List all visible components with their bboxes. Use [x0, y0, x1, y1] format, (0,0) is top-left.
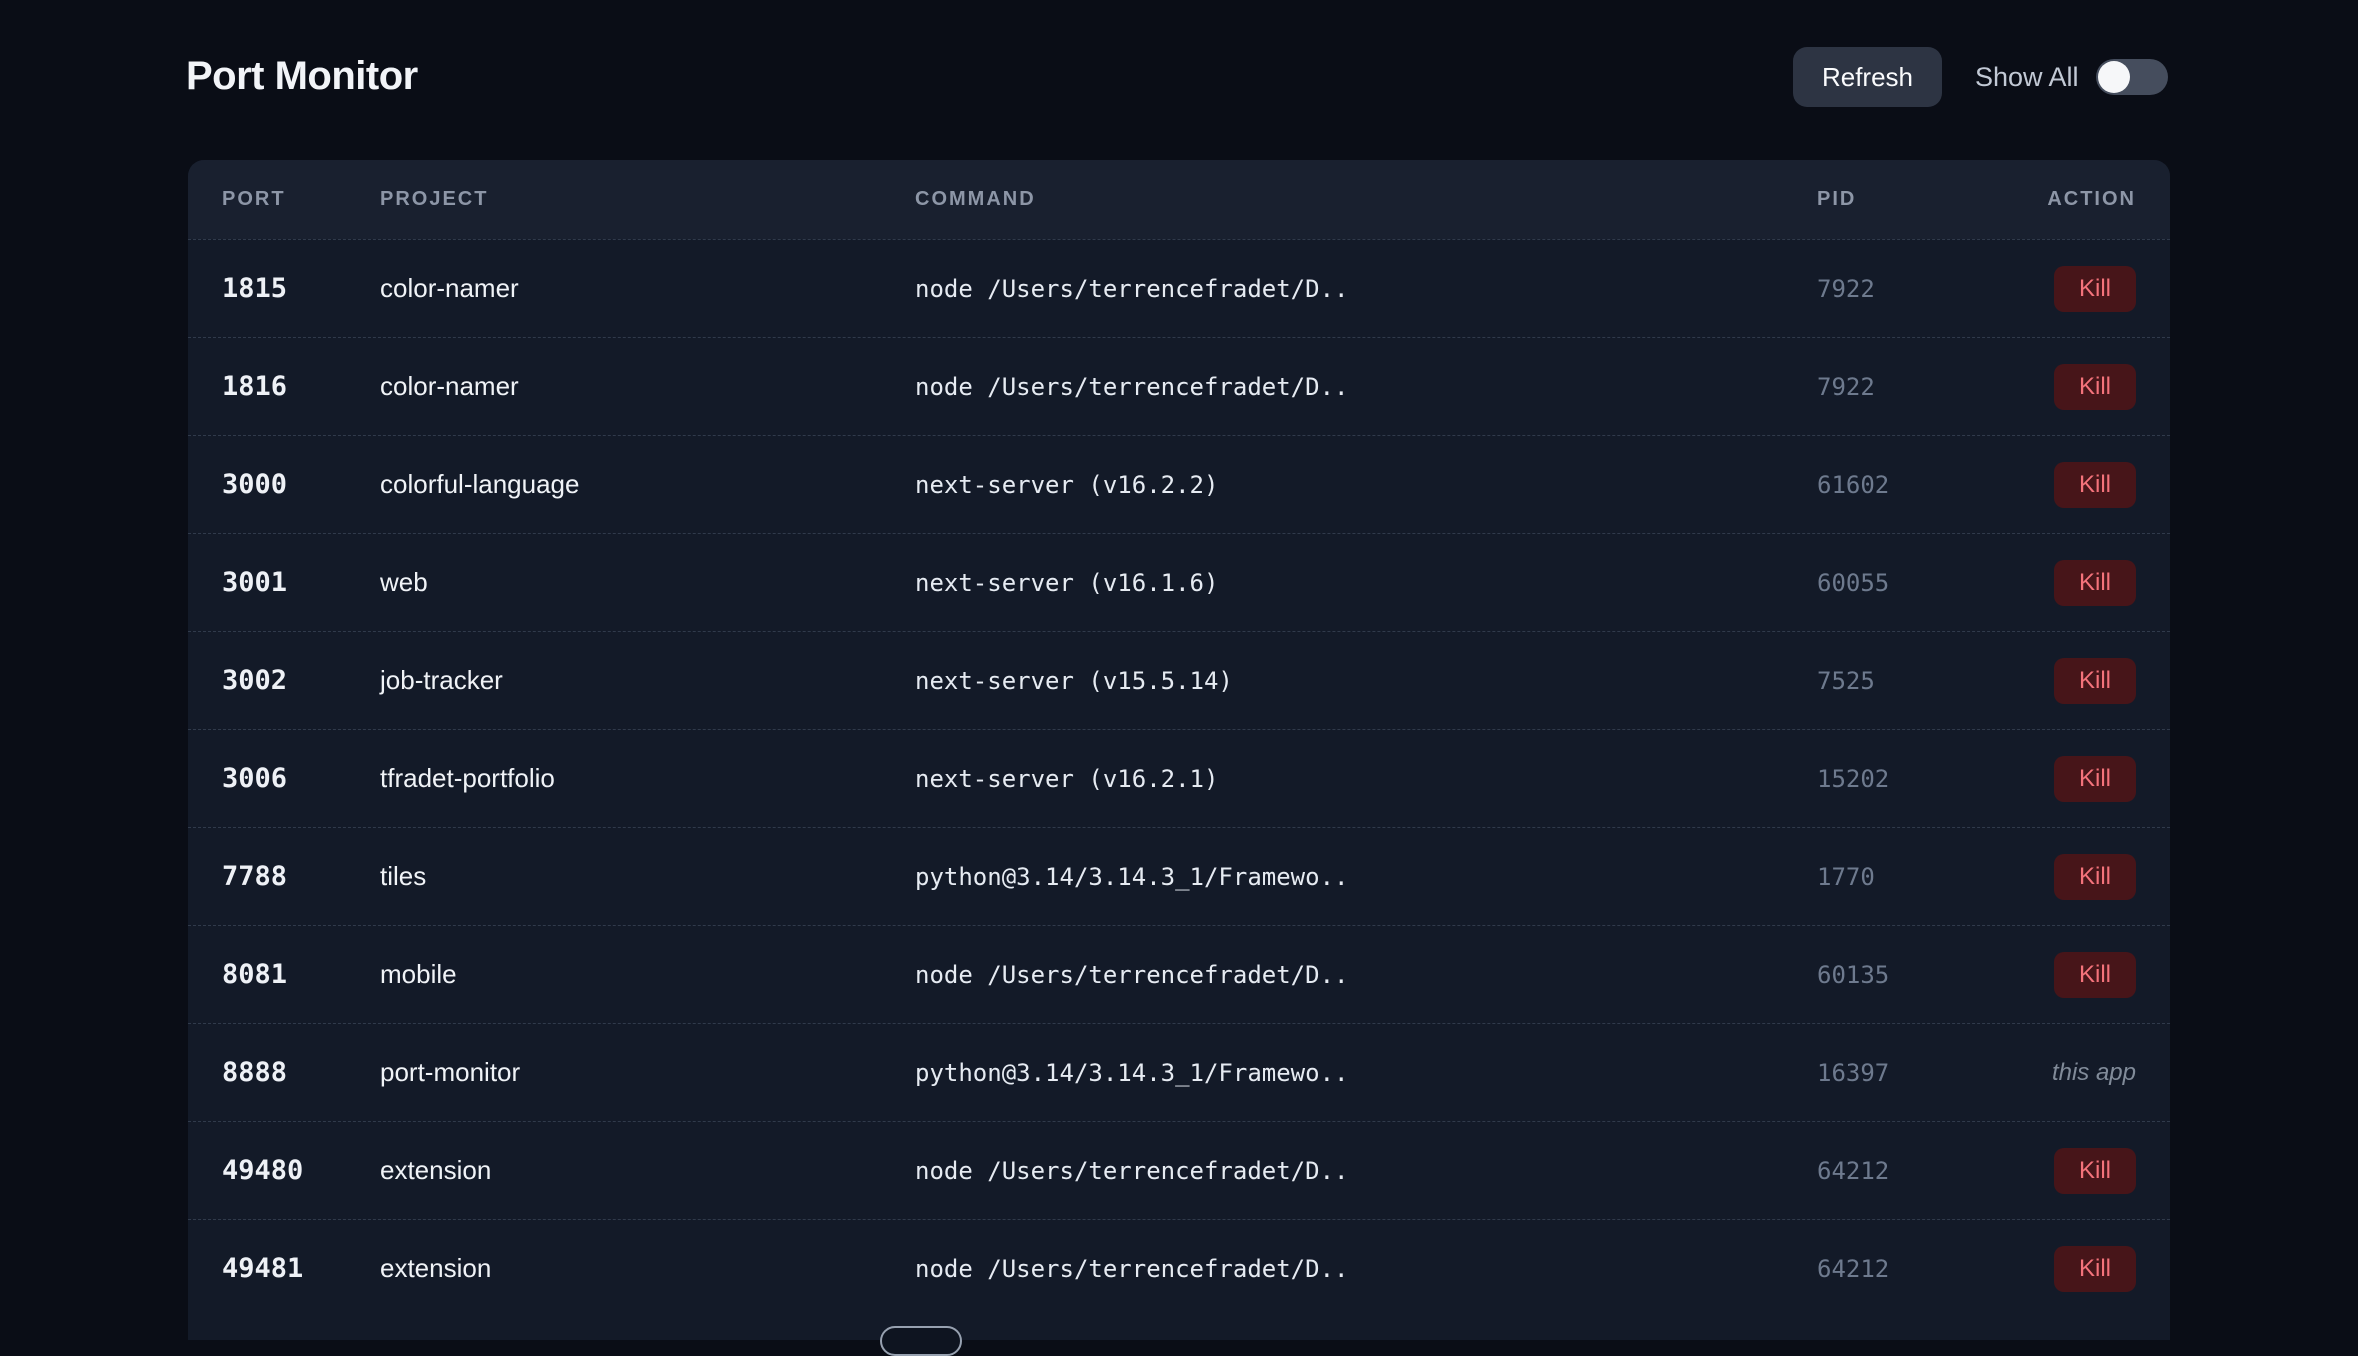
table-row: 7788 tiles python@3.14/3.14.3_1/Framewo.…	[188, 827, 2170, 925]
pid-cell: 7922	[1817, 373, 1983, 401]
kill-button[interactable]: Kill	[2054, 658, 2136, 704]
column-header-pid: PID	[1817, 188, 1983, 211]
table-row: 3006 tfradet-portfolio next-server (v16.…	[188, 729, 2170, 827]
command-cell: node /Users/terrencefradet/D..	[915, 275, 1817, 303]
action-cell: Kill	[1983, 952, 2136, 998]
table-row: 8888 port-monitor python@3.14/3.14.3_1/F…	[188, 1023, 2170, 1121]
project-cell: port-monitor	[380, 1057, 915, 1088]
project-cell: tfradet-portfolio	[380, 763, 915, 794]
table-row: 3001 web next-server (v16.1.6) 60055 Kil…	[188, 533, 2170, 631]
command-cell: node /Users/terrencefradet/D..	[915, 1255, 1817, 1283]
kill-button[interactable]: Kill	[2054, 266, 2136, 312]
port-cell: 8888	[222, 1057, 380, 1088]
action-cell: Kill	[1983, 658, 2136, 704]
pid-cell: 60055	[1817, 569, 1983, 597]
column-header-port: PORT	[222, 188, 380, 211]
action-cell: Kill	[1983, 1246, 2136, 1292]
table-row: 1815 color-namer node /Users/terrencefra…	[188, 239, 2170, 337]
kill-button[interactable]: Kill	[2054, 952, 2136, 998]
command-cell: node /Users/terrencefradet/D..	[915, 961, 1817, 989]
action-cell: Kill	[1983, 756, 2136, 802]
show-all-label: Show All	[1975, 62, 2079, 92]
command-cell: python@3.14/3.14.3_1/Framewo..	[915, 1059, 1817, 1087]
pid-cell: 7525	[1817, 667, 1983, 695]
port-cell: 3006	[222, 763, 380, 794]
project-cell: extension	[380, 1253, 915, 1284]
project-cell: tiles	[380, 861, 915, 892]
pid-cell: 15202	[1817, 765, 1983, 793]
port-cell: 7788	[222, 861, 380, 892]
project-cell: colorful-language	[380, 469, 915, 500]
action-cell: Kill	[1983, 854, 2136, 900]
port-cell: 3001	[222, 567, 380, 598]
project-cell: color-namer	[380, 273, 915, 304]
pid-cell: 7922	[1817, 275, 1983, 303]
action-cell: this app	[1983, 1059, 2136, 1087]
project-cell: extension	[380, 1155, 915, 1186]
action-cell: Kill	[1983, 266, 2136, 312]
column-header-command: COMMAND	[915, 188, 1817, 211]
pid-cell: 61602	[1817, 471, 1983, 499]
pid-cell: 64212	[1817, 1157, 1983, 1185]
port-cell: 49480	[222, 1155, 380, 1186]
pid-cell: 1770	[1817, 863, 1983, 891]
toggle-knob-icon	[2098, 61, 2130, 93]
table-header-row: PORT PROJECT COMMAND PID ACTION	[188, 160, 2170, 239]
kill-button[interactable]: Kill	[2054, 1246, 2136, 1292]
command-cell: node /Users/terrencefradet/D..	[915, 373, 1817, 401]
page-title: Port Monitor	[186, 46, 418, 106]
port-cell: 8081	[222, 959, 380, 990]
pid-cell: 64212	[1817, 1255, 1983, 1283]
port-cell: 49481	[222, 1253, 380, 1284]
kill-button[interactable]: Kill	[2054, 854, 2136, 900]
show-all-toggle[interactable]	[2096, 59, 2168, 95]
action-cell: Kill	[1983, 560, 2136, 606]
project-cell: web	[380, 567, 915, 598]
port-cell: 1815	[222, 273, 380, 304]
ports-table: PORT PROJECT COMMAND PID ACTION 1815 col…	[188, 160, 2170, 1340]
kill-button[interactable]: Kill	[2054, 364, 2136, 410]
bottom-pill-button[interactable]	[880, 1326, 962, 1356]
command-cell: next-server (v15.5.14)	[915, 667, 1817, 695]
kill-button[interactable]: Kill	[2054, 1148, 2136, 1194]
action-cell: Kill	[1983, 1148, 2136, 1194]
table-row: 1816 color-namer node /Users/terrencefra…	[188, 337, 2170, 435]
command-cell: next-server (v16.2.2)	[915, 471, 1817, 499]
kill-button[interactable]: Kill	[2054, 462, 2136, 508]
port-cell: 3002	[222, 665, 380, 696]
kill-button[interactable]: Kill	[2054, 560, 2136, 606]
table-row: 3000 colorful-language next-server (v16.…	[188, 435, 2170, 533]
column-header-project: PROJECT	[380, 188, 915, 211]
command-cell: node /Users/terrencefradet/D..	[915, 1157, 1817, 1185]
command-cell: next-server (v16.2.1)	[915, 765, 1817, 793]
this-app-label: this app	[2052, 1059, 2136, 1086]
action-cell: Kill	[1983, 462, 2136, 508]
table-row: 8081 mobile node /Users/terrencefradet/D…	[188, 925, 2170, 1023]
kill-button[interactable]: Kill	[2054, 756, 2136, 802]
table-row: 49481 extension node /Users/terrencefrad…	[188, 1219, 2170, 1317]
column-header-action: ACTION	[1983, 188, 2136, 211]
command-cell: python@3.14/3.14.3_1/Framewo..	[915, 863, 1817, 891]
table-row: 49480 extension node /Users/terrencefrad…	[188, 1121, 2170, 1219]
pid-cell: 16397	[1817, 1059, 1983, 1087]
refresh-button[interactable]: Refresh	[1793, 47, 1942, 107]
port-cell: 1816	[222, 371, 380, 402]
project-cell: color-namer	[380, 371, 915, 402]
table-body: 1815 color-namer node /Users/terrencefra…	[188, 239, 2170, 1317]
action-cell: Kill	[1983, 364, 2136, 410]
pid-cell: 60135	[1817, 961, 1983, 989]
project-cell: mobile	[380, 959, 915, 990]
port-cell: 3000	[222, 469, 380, 500]
command-cell: next-server (v16.1.6)	[915, 569, 1817, 597]
project-cell: job-tracker	[380, 665, 915, 696]
table-row: 3002 job-tracker next-server (v15.5.14) …	[188, 631, 2170, 729]
